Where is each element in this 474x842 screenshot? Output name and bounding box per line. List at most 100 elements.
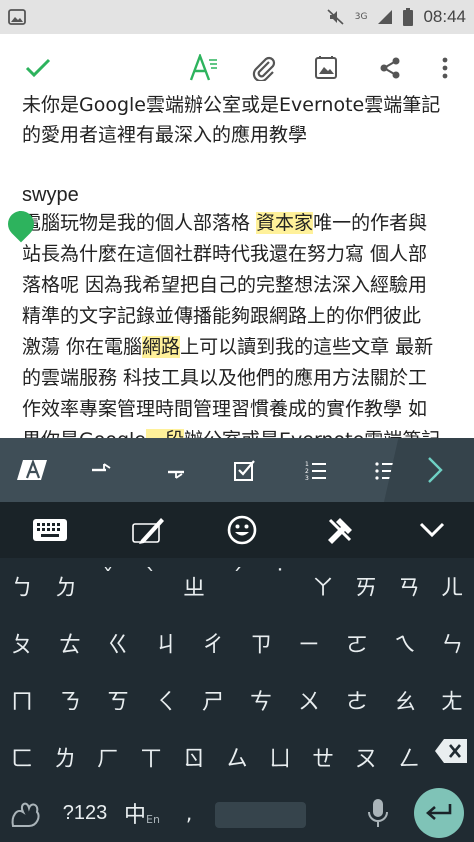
key[interactable]: ㄆ — [0, 615, 44, 671]
key[interactable]: ㄠ — [383, 672, 427, 728]
key[interactable]: ㄟ — [383, 615, 427, 671]
note-line: swype — [22, 184, 79, 206]
key[interactable]: ㄇ — [0, 672, 44, 728]
signal-icon — [378, 10, 393, 24]
voice-input-button[interactable] — [356, 788, 400, 838]
battery-icon — [403, 8, 414, 26]
done-button[interactable] — [18, 34, 58, 102]
note-line: 落格呢 因為我希望把自己的完整想法深入經驗用 — [22, 274, 428, 296]
attach-button[interactable] — [244, 34, 284, 102]
key[interactable]: ㄏ — [86, 729, 130, 785]
chevron-down-icon — [419, 522, 445, 538]
key[interactable]: ㄊ — [48, 615, 92, 671]
backspace-icon[interactable] — [434, 738, 468, 764]
editor-toolbar — [0, 34, 474, 102]
key[interactable]: ㄍ — [96, 615, 140, 671]
key[interactable]: ㄢ — [387, 558, 431, 614]
clock: 08:44 — [423, 7, 466, 26]
svg-text:3: 3 — [305, 475, 309, 481]
key[interactable]: ˇ — [86, 550, 130, 606]
key[interactable]: ㄖ — [172, 729, 216, 785]
highlighted-word: 資本家 — [256, 212, 314, 234]
status-bar: 3G 08:44 — [0, 0, 474, 34]
hide-keyboard-button[interactable] — [410, 502, 454, 558]
settings-tools-button[interactable] — [318, 502, 362, 558]
emoji-icon — [227, 515, 257, 545]
key[interactable]: ˊ — [215, 550, 259, 606]
key[interactable]: ㄋ — [48, 672, 92, 728]
share-button[interactable] — [370, 34, 410, 102]
key[interactable]: ㄜ — [335, 672, 379, 728]
key[interactable]: ㄐ — [144, 615, 188, 671]
key[interactable]: ㄕ — [191, 672, 235, 728]
key[interactable]: ㄦ — [430, 558, 474, 614]
text-style-icon — [17, 458, 47, 480]
key[interactable]: ㄚ — [301, 558, 345, 614]
language-key[interactable]: 中 En — [118, 788, 166, 838]
highlighted-word: 網路 — [142, 336, 181, 358]
note-line: 作效率專案管理時間管理習慣養成的實作教學 如 — [22, 398, 428, 420]
tools-icon — [328, 518, 352, 544]
checkbox-icon — [234, 460, 255, 481]
key[interactable]: ㄈ — [0, 729, 44, 785]
overflow-menu-button[interactable] — [428, 34, 462, 102]
key[interactable]: ㄒ — [129, 729, 173, 785]
note-line: 的愛用者這裡有最深入的應用教學 — [22, 124, 308, 146]
key[interactable]: ㄨ — [287, 672, 331, 728]
key[interactable]: ˙ — [258, 550, 302, 606]
key[interactable]: ㄘ — [239, 672, 283, 728]
format-style-button[interactable] — [12, 438, 52, 502]
note-line: 電腦玩物是我的個人部落格 資本家唯一的作者與 — [22, 212, 428, 234]
key[interactable]: ㄞ — [344, 558, 388, 614]
image-icon — [315, 56, 337, 79]
swype-button[interactable] — [4, 788, 48, 838]
key[interactable]: ㄌ — [43, 729, 87, 785]
key[interactable]: ㄎ — [96, 672, 140, 728]
microphone-icon — [368, 799, 388, 827]
indent-button[interactable] — [84, 438, 120, 502]
text-format-button[interactable] — [184, 34, 224, 102]
handwriting-icon — [132, 518, 164, 544]
indent-icon — [92, 463, 111, 472]
gallery-notification-icon — [8, 9, 26, 25]
keyboard-switch-button[interactable] — [28, 502, 72, 558]
checkbox-button[interactable] — [227, 438, 263, 502]
key[interactable]: ㄩ — [258, 729, 302, 785]
mute-icon — [327, 9, 344, 25]
key[interactable]: ˋ — [129, 550, 173, 606]
note-line: 激蕩 你在電腦網路上可以讀到我的這些文章 最新 — [22, 336, 434, 358]
key[interactable]: ㄑ — [144, 672, 188, 728]
note-body[interactable]: 未你是Google雲端辦公室或是Evernote雲端筆記 的愛用者這裡有最深入的… — [0, 95, 474, 440]
key[interactable]: ㄛ — [335, 615, 379, 671]
comma-key[interactable]: , — [174, 788, 204, 838]
language-key-sub: En — [146, 812, 160, 826]
key[interactable]: ㄗ — [239, 615, 283, 671]
outdent-button[interactable] — [156, 438, 192, 502]
swype-icon — [11, 802, 40, 827]
chevron-right-icon — [428, 457, 443, 483]
enter-key[interactable] — [414, 788, 464, 838]
key[interactable]: ㄉ — [44, 558, 88, 614]
key[interactable]: ㄥ — [387, 729, 431, 785]
insert-image-button[interactable] — [306, 34, 346, 102]
key[interactable]: ㄡ — [344, 729, 388, 785]
symbols-key[interactable]: ?123 — [58, 788, 112, 838]
numbered-list-icon: 1 2 3 — [305, 461, 326, 481]
numbered-list-button[interactable]: 1 2 3 — [298, 438, 334, 502]
key[interactable]: ㄤ — [430, 672, 474, 728]
key[interactable]: ㄧ — [287, 615, 331, 671]
key[interactable]: ㄅ — [0, 558, 44, 614]
share-icon — [380, 57, 400, 79]
key[interactable]: ㄓ — [172, 558, 216, 614]
bopomofo-keyboard: ㄅ ㄉ ˇ ˋ ㄓ ˊ ˙ ㄚ ㄞ ㄢ ㄦ ㄆ ㄊ ㄍ ㄐ ㄔ ㄗ ㄧ ㄛ ㄟ … — [0, 558, 474, 842]
more-formatting-button[interactable] — [418, 438, 452, 502]
note-line: 精準的文字記錄並傳播能夠跟網路上的你們彼此 — [22, 305, 422, 327]
key[interactable]: ㄔ — [191, 615, 235, 671]
key[interactable]: ㄙ — [215, 729, 259, 785]
key[interactable]: ㄣ — [430, 615, 474, 671]
note-line: 站長為什麼在這個社群時代我還在努力寫 個人部 — [22, 243, 428, 265]
key[interactable]: ㄝ — [301, 729, 345, 785]
text-format-icon — [189, 54, 217, 81]
note-line: 未你是Google雲端辦公室或是Evernote雲端筆記 — [22, 95, 441, 116]
space-key[interactable] — [215, 802, 306, 828]
